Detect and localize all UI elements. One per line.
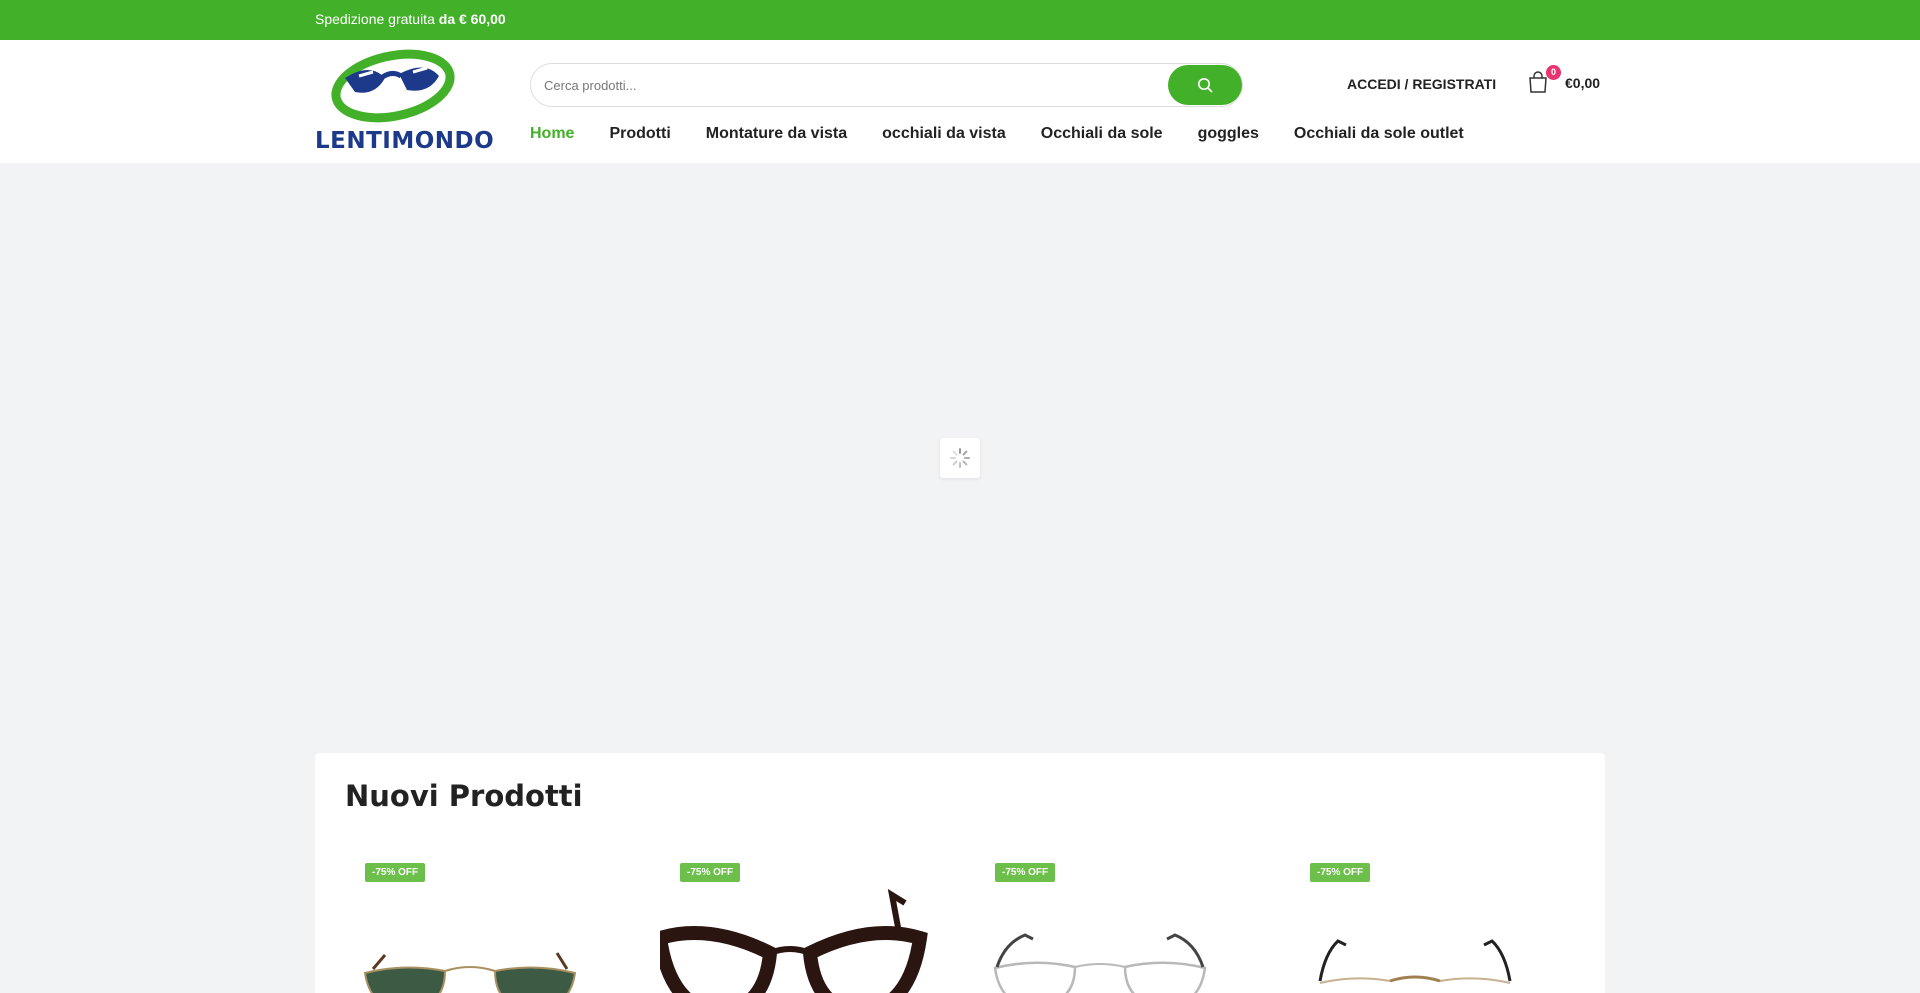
nav-item-home[interactable]: Home [530,125,574,143]
section-title: Nuovi Prodotti [345,779,583,813]
nav-item-occhiali-da-sole-outlet[interactable]: Occhiali da sole outlet [1294,125,1464,143]
search-icon [1198,78,1213,93]
product-card[interactable]: -75% OFF [1290,863,1605,993]
glasses-logo-icon [331,49,455,123]
shipping-threshold: da € 60,00 [438,11,506,27]
nav-item-montature-da-vista[interactable]: Montature da vista [706,125,847,143]
new-products-section: Nuovi Prodotti -75% OFF -75% OFF -75% OF… [315,753,1605,993]
top-announcement-bar: Spedizione gratuita da € 60,00 [0,0,1920,40]
search-input[interactable] [531,64,1131,106]
spinner-icon [950,448,970,468]
search-button[interactable] [1168,65,1242,105]
nav-item-occhiali-da-sole[interactable]: Occhiali da sole [1041,125,1163,143]
hero-slider-placeholder [0,163,1920,753]
discount-badge: -75% OFF [995,863,1056,882]
product-card[interactable]: -75% OFF [345,863,660,993]
rimless-eyeglasses-image [1318,939,1512,984]
nav-item-prodotti[interactable]: Prodotti [609,125,670,143]
loading-spinner [940,438,980,478]
search-bar [530,63,1243,107]
product-card[interactable]: -75% OFF [975,863,1290,993]
logo-wordmark: LENTIMONDO [315,128,495,154]
site-logo[interactable]: LENTIMONDO [315,48,497,154]
shipping-text: Spedizione gratuita [315,11,439,27]
cart-button[interactable]: 0 €0,00 [1526,65,1606,98]
nav-item-occhiali-da-vista[interactable]: occhiali da vista [882,125,1006,143]
product-grid: -75% OFF -75% OFF -75% OFF -75% OFF [345,863,1605,993]
cart-count-badge: 0 [1546,65,1561,80]
nav-item-goggles[interactable]: goggles [1198,125,1259,143]
login-register-link[interactable]: ACCEDI / REGISTRATI [1347,76,1496,92]
eyeglasses-image [993,933,1207,993]
product-card[interactable]: -75% OFF [660,863,975,993]
discount-badge: -75% OFF [680,863,741,882]
sunglasses-image [363,952,577,993]
discount-badge: -75% OFF [1310,863,1371,882]
site-header: LENTIMONDO ACCEDI / REGISTRATI 0 €0,00 H… [0,40,1920,163]
discount-badge: -75% OFF [365,863,426,882]
main-navigation: Home Prodotti Montature da vista occhial… [530,125,1499,143]
cart-total: €0,00 [1565,75,1601,91]
eyeglasses-image [660,888,928,993]
